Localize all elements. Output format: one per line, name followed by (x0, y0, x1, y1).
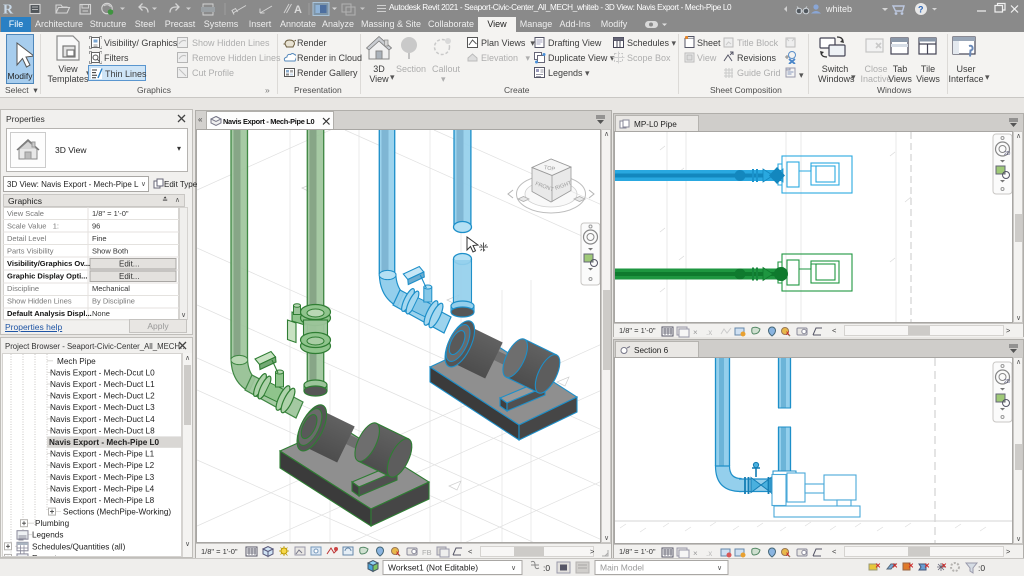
svg-text:Detail Level: Detail Level (7, 234, 47, 243)
svg-text:None: None (92, 309, 110, 318)
svg-text::0: :0 (543, 563, 550, 573)
svg-text:×: × (693, 328, 698, 337)
svg-text:Reports: Reports (32, 554, 61, 557)
svg-text:Graphic Display Opti...: Graphic Display Opti... (7, 272, 87, 281)
svg-text::0: :0 (978, 563, 985, 573)
svg-text:Navis Export - Mech-Duct L1: Navis Export - Mech-Duct L1 (50, 380, 155, 389)
svg-text:Schedules/Quantities (all): Schedules/Quantities (all) (32, 542, 126, 551)
svg-text:Navis Export - Mech-Duct L3: Navis Export - Mech-Duct L3 (50, 403, 155, 412)
svg-text:Navis Export - Mech-Duct L2: Navis Export - Mech-Duct L2 (50, 392, 155, 401)
svg-text:Main Model: Main Model (600, 563, 644, 573)
svg-text:By Discipline: By Discipline (92, 297, 135, 306)
svg-text:Mech Pipe: Mech Pipe (57, 357, 96, 366)
svg-text:Legends: Legends (32, 531, 63, 540)
svg-text:Navis Export - Mech-Duct L4: Navis Export - Mech-Duct L4 (50, 415, 155, 424)
svg-text:Navis Export - Mech-Pipe L8: Navis Export - Mech-Pipe L8 (50, 496, 155, 505)
svg-text:Show Hidden Lines: Show Hidden Lines (7, 297, 72, 306)
svg-text:whiteb: whiteb (825, 4, 852, 14)
svg-text:?: ? (918, 5, 924, 15)
svg-text:.x: .x (706, 328, 712, 337)
svg-text:∨: ∨ (181, 312, 186, 319)
svg-text:Navis Export - Mech-Dcut L0: Navis Export - Mech-Dcut L0 (50, 368, 155, 377)
svg-text:Show Both: Show Both (92, 247, 128, 256)
svg-text:Navis Export - Mech-Pipe L1: Navis Export - Mech-Pipe L1 (50, 450, 155, 459)
svg-text:✕: ✕ (875, 563, 881, 570)
svg-text:✕: ✕ (892, 563, 898, 570)
svg-text:FB: FB (422, 548, 432, 557)
svg-text:Sections (MechPipe-Working): Sections (MechPipe-Working) (63, 508, 171, 517)
svg-text:Navis Export - Mech-Pipe L2: Navis Export - Mech-Pipe L2 (50, 461, 155, 470)
svg-text:Default Analysis Displ...: Default Analysis Displ... (7, 309, 92, 318)
svg-text:2D: 2D (1004, 379, 1011, 385)
svg-text:Scale Value 1:: Scale Value 1: (7, 222, 59, 231)
svg-text:Discipline: Discipline (7, 284, 39, 293)
svg-text:2D: 2D (1004, 151, 1011, 157)
svg-text:Plumbing: Plumbing (35, 519, 70, 528)
svg-text:∨: ∨ (511, 565, 516, 572)
svg-text:Mechanical: Mechanical (92, 284, 130, 293)
svg-text:Visibility/Graphics Ov...: Visibility/Graphics Ov... (7, 259, 90, 268)
svg-text:×: × (693, 549, 698, 558)
svg-text:View Scale: View Scale (7, 209, 44, 218)
svg-text:✕: ✕ (941, 563, 947, 570)
svg-text:✕: ✕ (908, 563, 914, 570)
svg-text:Navis Export - Mech-Pipe L3: Navis Export - Mech-Pipe L3 (50, 473, 155, 482)
svg-text:96: 96 (92, 222, 100, 231)
svg-text:Edit...: Edit... (119, 272, 139, 281)
svg-text:R: R (3, 3, 14, 18)
svg-text:Parts Visibility: Parts Visibility (7, 247, 54, 256)
svg-text:∨: ∨ (717, 565, 722, 572)
svg-text:Edit...: Edit... (119, 260, 139, 269)
svg-text:Fine: Fine (92, 234, 107, 243)
svg-text:Navis Export - Mech-Duct L8: Navis Export - Mech-Duct L8 (50, 426, 155, 435)
svg-text:Workset1 (Not Editable): Workset1 (Not Editable) (388, 563, 478, 573)
svg-text:1/8" = 1'-0": 1/8" = 1'-0" (92, 209, 129, 218)
svg-text:Navis Export - Mech-Pipe L4: Navis Export - Mech-Pipe L4 (50, 484, 155, 493)
svg-text:.x: .x (706, 549, 712, 558)
svg-text:Navis Export - Mech-Pipe L0: Navis Export - Mech-Pipe L0 (49, 438, 160, 447)
svg-text:✕: ✕ (924, 563, 930, 570)
svg-text:A: A (294, 4, 302, 16)
